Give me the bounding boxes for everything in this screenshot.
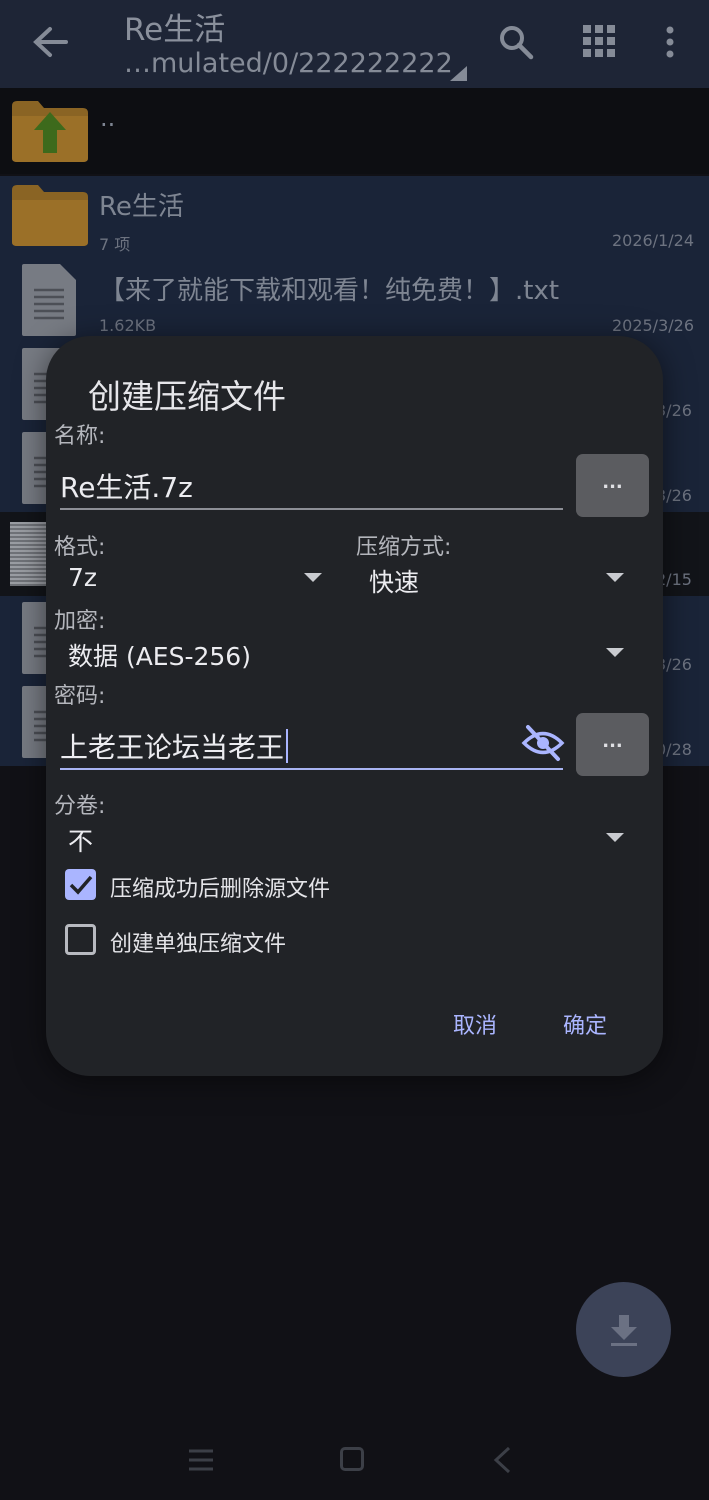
recent-apps-icon[interactable] xyxy=(188,1448,214,1472)
parent-directory-row[interactable]: .. xyxy=(0,88,709,174)
method-label: 压缩方式: xyxy=(356,535,452,560)
folder-path[interactable]: …mulated/0/222222222 xyxy=(124,48,453,79)
split-select[interactable]: 不 xyxy=(68,822,93,858)
extract-fab[interactable] xyxy=(576,1282,671,1377)
folder-icon xyxy=(12,185,88,246)
archive-name-input[interactable]: Re生活.7z xyxy=(60,460,563,510)
path-dropdown-icon[interactable] xyxy=(450,66,467,81)
password-label: 密码: xyxy=(54,684,106,709)
image-thumbnail xyxy=(10,522,50,586)
file-name[interactable]: Re生活 xyxy=(99,186,184,223)
folder-up-icon xyxy=(12,101,88,162)
text-cursor xyxy=(286,729,289,763)
file-meta: 7 项 xyxy=(99,235,131,254)
create-archive-dialog xyxy=(46,336,663,1076)
format-dropdown-icon[interactable] xyxy=(304,573,322,582)
encrypt-dropdown-icon[interactable] xyxy=(606,648,624,657)
back-arrow-icon[interactable] xyxy=(30,24,70,60)
browse-password-button[interactable]: ... xyxy=(576,713,649,776)
more-options-icon[interactable] xyxy=(660,24,680,60)
text-file-icon xyxy=(22,264,76,336)
separate-archive-label[interactable]: 创建单独压缩文件 xyxy=(110,926,286,958)
split-dropdown-icon[interactable] xyxy=(606,833,624,842)
folder-title: Re生活 xyxy=(124,12,226,48)
name-label: 名称: xyxy=(54,424,106,449)
password-text: 上老王论坛当老王 xyxy=(60,731,285,764)
encrypt-select[interactable]: 数据 (AES-256) xyxy=(68,637,251,673)
format-select[interactable]: 7z xyxy=(68,563,97,592)
split-label: 分卷: xyxy=(54,794,106,819)
nav-back-icon[interactable] xyxy=(492,1446,512,1474)
method-select[interactable]: 快速 xyxy=(369,563,419,599)
grid-view-icon[interactable] xyxy=(582,24,616,58)
separate-archive-checkbox[interactable] xyxy=(65,924,96,955)
hide-password-icon[interactable] xyxy=(521,724,565,762)
browse-name-button[interactable]: ... xyxy=(576,454,649,517)
method-dropdown-icon[interactable] xyxy=(606,573,624,582)
ok-button[interactable]: 确定 xyxy=(563,1008,607,1040)
delete-source-label[interactable]: 压缩成功后删除源文件 xyxy=(110,871,330,903)
file-date: 2025/3/26 xyxy=(611,316,694,335)
delete-source-checkbox[interactable] xyxy=(65,869,96,900)
cancel-button[interactable]: 取消 xyxy=(453,1008,497,1040)
dialog-title: 创建压缩文件 xyxy=(88,377,286,416)
search-icon[interactable] xyxy=(498,24,534,60)
file-name[interactable]: 【来了就能下载和观看！纯免费！】.txt xyxy=(99,270,559,307)
file-date: 2026/1/24 xyxy=(611,231,694,250)
parent-directory-label: .. xyxy=(100,104,116,132)
encrypt-label: 加密: xyxy=(54,609,106,634)
password-input[interactable]: 上老王论坛当老王 xyxy=(60,718,563,770)
app-bar: Re生活 …mulated/0/222222222 xyxy=(0,0,709,88)
checkmark-icon xyxy=(69,875,93,895)
file-meta: 1.62KB xyxy=(99,316,157,335)
format-label: 格式: xyxy=(54,535,106,560)
home-icon[interactable] xyxy=(340,1447,364,1471)
download-icon xyxy=(610,1314,637,1346)
